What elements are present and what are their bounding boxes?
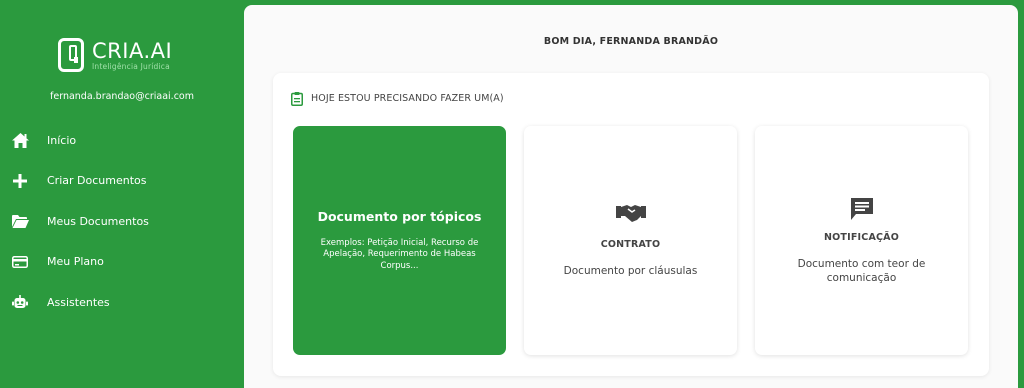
card-description: Documento por cláusulas — [563, 265, 698, 277]
sidebar-item-meus-documentos[interactable]: Meus Documentos — [0, 201, 244, 242]
sidebar-item-meu-plano[interactable]: Meu Plano — [0, 242, 244, 283]
card-title: CONTRATO — [600, 239, 661, 250]
plus-icon — [11, 172, 29, 190]
sidebar-item-label: Meu Plano — [47, 255, 104, 269]
sidebar-nav: Início Criar Documentos Meus Documentos … — [0, 120, 244, 323]
handshake-icon — [615, 203, 646, 229]
sidebar: CRIA.AI Inteligência Jurídica fernanda.b… — [0, 0, 244, 388]
sidebar-item-label: Meus Documentos — [47, 214, 149, 228]
card-title: NOTIFICAÇÃO — [824, 232, 899, 243]
card-description: Documento com teor de comunicação — [797, 258, 926, 284]
document-type-panel: HOJE ESTOU PRECISANDO FAZER UM(A) Docume… — [273, 73, 989, 376]
card-notificacao[interactable]: NOTIFICAÇÃO Documento com teor de comuni… — [755, 126, 968, 355]
sidebar-item-label: Criar Documentos — [47, 174, 147, 188]
message-icon — [847, 196, 877, 222]
brand-tagline: Inteligência Jurídica — [92, 61, 170, 71]
brand-name: CRIA.AI — [92, 38, 173, 63]
robot-icon — [11, 293, 29, 311]
clipboard-icon — [291, 91, 305, 106]
credit-card-icon — [11, 253, 29, 271]
sidebar-item-label: Assistentes — [47, 295, 110, 309]
greeting-title: BOM DIA, FERNANDA BRANDÃO — [543, 36, 719, 47]
card-description: Exemplos: Petição Inicial, Recurso de Ap… — [320, 237, 479, 271]
sidebar-item-criar-documentos[interactable]: Criar Documentos — [0, 161, 244, 202]
panel-header: HOJE ESTOU PRECISANDO FAZER UM(A) — [291, 91, 504, 106]
user-email: fernanda.brandao@criaai.com — [50, 91, 194, 102]
home-icon — [11, 131, 29, 149]
sidebar-item-label: Início — [47, 133, 77, 147]
card-title: Documento por tópicos — [317, 208, 482, 224]
brand-logo[interactable]: CRIA.AI Inteligência Jurídica — [58, 38, 172, 72]
sidebar-item-inicio[interactable]: Início — [0, 120, 244, 161]
logo-icon — [58, 38, 84, 72]
main-content: BOM DIA, FERNANDA BRANDÃO HOJE ESTOU PRE… — [244, 5, 1018, 388]
card-documento-por-topicos[interactable]: Documento por tópicos Exemplos: Petição … — [293, 126, 506, 355]
panel-title: HOJE ESTOU PRECISANDO FAZER UM(A) — [311, 92, 504, 104]
folder-icon — [11, 212, 29, 230]
card-contrato[interactable]: CONTRATO Documento por cláusulas — [524, 126, 737, 355]
sidebar-item-assistentes[interactable]: Assistentes — [0, 282, 244, 323]
